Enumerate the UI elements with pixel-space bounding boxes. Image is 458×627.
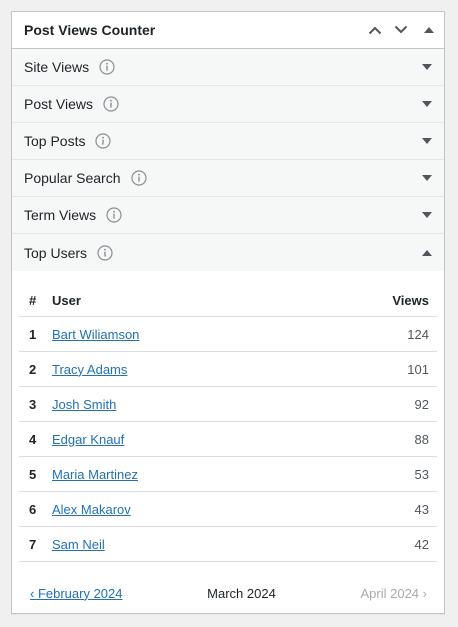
section-term-views[interactable]: Term Views (12, 197, 444, 234)
section-top-posts[interactable]: Top Posts (12, 123, 444, 160)
info-icon[interactable] (130, 170, 147, 186)
section-popular-search[interactable]: Popular Search (12, 160, 444, 197)
row-views: 124 (407, 326, 429, 342)
row-views: 43 (414, 501, 429, 517)
row-user-cell: Maria Martinez (52, 467, 377, 482)
section-label: Post Views (24, 96, 93, 112)
header-num: # (29, 293, 37, 308)
section-label: Term Views (24, 207, 97, 223)
row-views: 101 (407, 361, 429, 377)
row-views: 53 (414, 466, 429, 482)
post-views-counter-widget: Post Views Counter Site Views Post Views T… (11, 11, 445, 614)
move-up-button[interactable] (362, 12, 388, 48)
section-label: Site Views (24, 59, 90, 75)
info-icon[interactable] (97, 244, 113, 261)
move-down-button[interactable] (388, 12, 414, 48)
prev-month-link[interactable]: ‹ February 2024 (30, 586, 123, 601)
row-user-cell: Tracy Adams (52, 362, 377, 377)
table-row: 3 Josh Smith 92 (19, 387, 437, 422)
triangle-down-icon[interactable] (422, 64, 432, 70)
row-user-cell: Josh Smith (52, 397, 377, 412)
row-views: 88 (414, 431, 429, 447)
table-row: 7 Sam Neil 42 (19, 527, 437, 562)
section-label: Popular Search (24, 170, 121, 186)
row-rank: 5 (29, 466, 37, 482)
toggle-panel-button[interactable] (414, 12, 444, 48)
row-user-cell: Sam Neil (52, 537, 377, 552)
table-row: 2 Tracy Adams 101 (19, 352, 437, 387)
row-rank: 3 (29, 396, 37, 412)
info-icon[interactable] (95, 133, 112, 149)
info-icon[interactable] (99, 59, 115, 75)
row-rank: 7 (29, 536, 37, 552)
widget-header: Post Views Counter (12, 12, 444, 49)
info-icon[interactable] (103, 96, 119, 112)
row-views: 92 (414, 396, 429, 412)
row-user-cell: Alex Makarov (52, 502, 377, 517)
chevron-down-icon (394, 25, 408, 34)
triangle-down-icon[interactable] (422, 175, 432, 181)
section-top-users[interactable]: Top Users (12, 234, 444, 271)
header-views: Views (392, 293, 429, 308)
triangle-up-icon (424, 27, 434, 33)
row-rank: 2 (29, 361, 37, 377)
table-row: 6 Alex Makarov 43 (19, 492, 437, 527)
header-user: User (52, 293, 81, 308)
user-link[interactable]: Tracy Adams (52, 362, 127, 377)
user-link[interactable]: Alex Makarov (52, 502, 131, 517)
row-rank: 4 (29, 431, 37, 447)
triangle-down-icon[interactable] (422, 138, 432, 144)
info-icon[interactable] (106, 207, 122, 223)
user-link[interactable]: Josh Smith (52, 397, 116, 412)
chevron-up-icon (368, 26, 382, 35)
table-row: 1 Bart Wiliamson 124 (19, 317, 437, 352)
current-month: March 2024 (207, 585, 276, 601)
top-users-table: # User Views 1 Bart Wiliamson 124 2 Tracy Ad… (19, 271, 437, 562)
triangle-up-icon[interactable] (422, 249, 432, 256)
row-user-cell: Bart Wiliamson (52, 327, 377, 342)
widget-title: Post Views Counter (24, 22, 156, 38)
user-link[interactable]: Edgar Knauf (52, 432, 124, 447)
user-link[interactable]: Maria Martinez (52, 467, 138, 482)
row-rank: 6 (29, 501, 37, 517)
row-user-cell: Edgar Knauf (52, 432, 377, 447)
row-rank: 1 (29, 326, 37, 342)
table-row: 4 Edgar Knauf 88 (19, 422, 437, 457)
triangle-down-icon[interactable] (422, 101, 432, 107)
month-pager: ‹ February 2024 March 2024 April 2024 › (12, 583, 444, 603)
user-link[interactable]: Bart Wiliamson (52, 327, 139, 342)
section-site-views[interactable]: Site Views (12, 49, 444, 86)
section-label: Top Posts (24, 133, 86, 149)
triangle-down-icon[interactable] (422, 212, 432, 218)
section-post-views[interactable]: Post Views (12, 86, 444, 123)
table-header: # User Views (19, 271, 437, 317)
next-month-link: April 2024 › (360, 585, 427, 601)
table-row: 5 Maria Martinez 53 (19, 457, 437, 492)
row-views: 42 (414, 536, 429, 552)
section-label: Top Users (24, 244, 88, 261)
user-link[interactable]: Sam Neil (52, 537, 105, 552)
